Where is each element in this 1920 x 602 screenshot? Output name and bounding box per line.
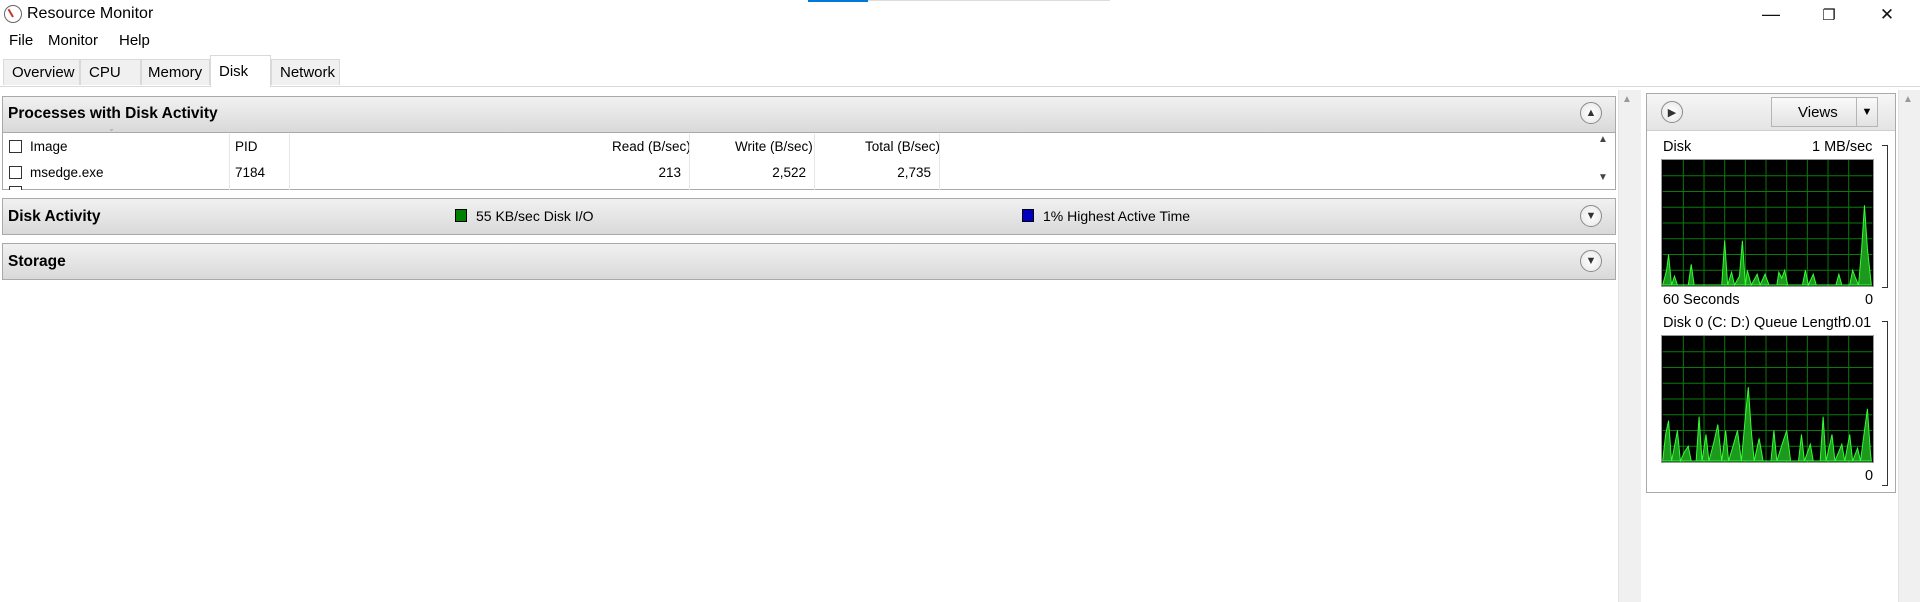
expand-down-icon[interactable]: ▼: [1580, 250, 1602, 272]
column-header-write[interactable]: Write (B/sec): [735, 139, 813, 154]
chevron-right-icon[interactable]: ▶: [1661, 101, 1683, 123]
cell-image[interactable]: msedge.exe: [30, 165, 104, 180]
active-time-legend: 1% Highest Active Time: [1043, 208, 1191, 224]
resource-monitor-icon: [4, 5, 22, 23]
tab-cpu[interactable]: CPU: [80, 59, 141, 85]
graph-queue-max: 0.01: [1843, 315, 1872, 331]
cell-read[interactable]: 213: [640, 165, 681, 180]
table-scroll-down-icon[interactable]: ▼: [1598, 172, 1608, 183]
column-divider[interactable]: [289, 134, 290, 190]
active-time-legend-swatch: [1022, 209, 1034, 222]
disk-io-legend-swatch: [455, 209, 467, 222]
graph-queue-title: Disk 0 (C: D:) Queue Length: [1663, 315, 1846, 331]
sort-indicator-icon: ˇ: [110, 128, 113, 138]
views-button[interactable]: Views ▼: [1771, 97, 1878, 127]
title-bar: [0, 0, 1920, 29]
tab-overview[interactable]: Overview: [3, 59, 80, 85]
cell-pid[interactable]: 7184: [235, 165, 265, 180]
dropdown-arrow-icon[interactable]: ▼: [1856, 98, 1877, 126]
storage-section-header[interactable]: [2, 243, 1616, 280]
collapse-up-icon[interactable]: ▲: [1580, 102, 1602, 124]
window-title: Resource Monitor: [27, 5, 154, 22]
expand-down-icon[interactable]: ▼: [1580, 205, 1602, 227]
graph-disk-max: 1 MB/sec: [1812, 139, 1873, 155]
column-header-pid[interactable]: PID: [235, 139, 258, 154]
column-header-total[interactable]: Total (B/sec): [865, 139, 940, 154]
disk-activity-section-title: Disk Activity: [8, 208, 101, 225]
graph-disk-min: 0: [1865, 292, 1874, 308]
column-header-read[interactable]: Read (B/sec): [612, 139, 691, 154]
titlebar-progress-indicator: [808, 0, 868, 2]
queue-length-graph: [1661, 335, 1874, 463]
views-label: Views: [1798, 104, 1838, 121]
disk-activity-section-header[interactable]: [2, 198, 1616, 235]
row-checkbox-partial[interactable]: [9, 186, 22, 190]
titlebar-progress-track: [868, 0, 1110, 1]
cell-total[interactable]: 2,735: [885, 165, 931, 180]
column-header-image[interactable]: Image: [30, 139, 68, 154]
left-panel-scrollbar[interactable]: [1618, 90, 1641, 602]
storage-section-title: Storage: [8, 253, 66, 270]
column-divider[interactable]: [939, 134, 940, 190]
close-button[interactable]: ✕: [1858, 0, 1916, 29]
table-scroll-up-icon[interactable]: ▲: [1598, 134, 1608, 145]
scroll-up-icon[interactable]: ▲: [1903, 94, 1913, 105]
menu-help[interactable]: Help: [119, 32, 150, 49]
graph-disk-title: Disk: [1663, 139, 1692, 155]
menu-monitor[interactable]: Monitor: [48, 32, 98, 49]
graph-time-span: 60 Seconds: [1663, 292, 1740, 308]
processes-section-title: Processes with Disk Activity: [8, 105, 218, 122]
column-divider[interactable]: [814, 134, 815, 190]
row-checkbox[interactable]: [9, 166, 22, 179]
graph-queue-min: 0: [1865, 468, 1874, 484]
disk-io-legend: 55 KB/sec Disk I/O: [476, 208, 594, 224]
scroll-up-icon[interactable]: ▲: [1622, 94, 1632, 105]
menu-file[interactable]: File: [9, 32, 33, 49]
tab-memory[interactable]: Memory: [141, 59, 210, 85]
minimize-button[interactable]: —: [1742, 0, 1800, 29]
graph-scale-bracket: [1882, 321, 1888, 486]
graph-scale-bracket: [1882, 145, 1888, 288]
select-all-checkbox[interactable]: [9, 140, 22, 153]
tab-network[interactable]: Network: [271, 59, 340, 85]
tab-disk[interactable]: Disk: [210, 55, 271, 87]
menu-bar: [0, 29, 1920, 53]
disk-graph: [1661, 159, 1874, 287]
processes-section-header[interactable]: [2, 96, 1616, 133]
column-divider[interactable]: [229, 134, 230, 190]
cell-write[interactable]: 2,522: [760, 165, 806, 180]
restore-button[interactable]: ❐: [1800, 0, 1858, 29]
right-panel-scrollbar[interactable]: [1898, 90, 1920, 602]
column-divider[interactable]: [689, 134, 690, 190]
